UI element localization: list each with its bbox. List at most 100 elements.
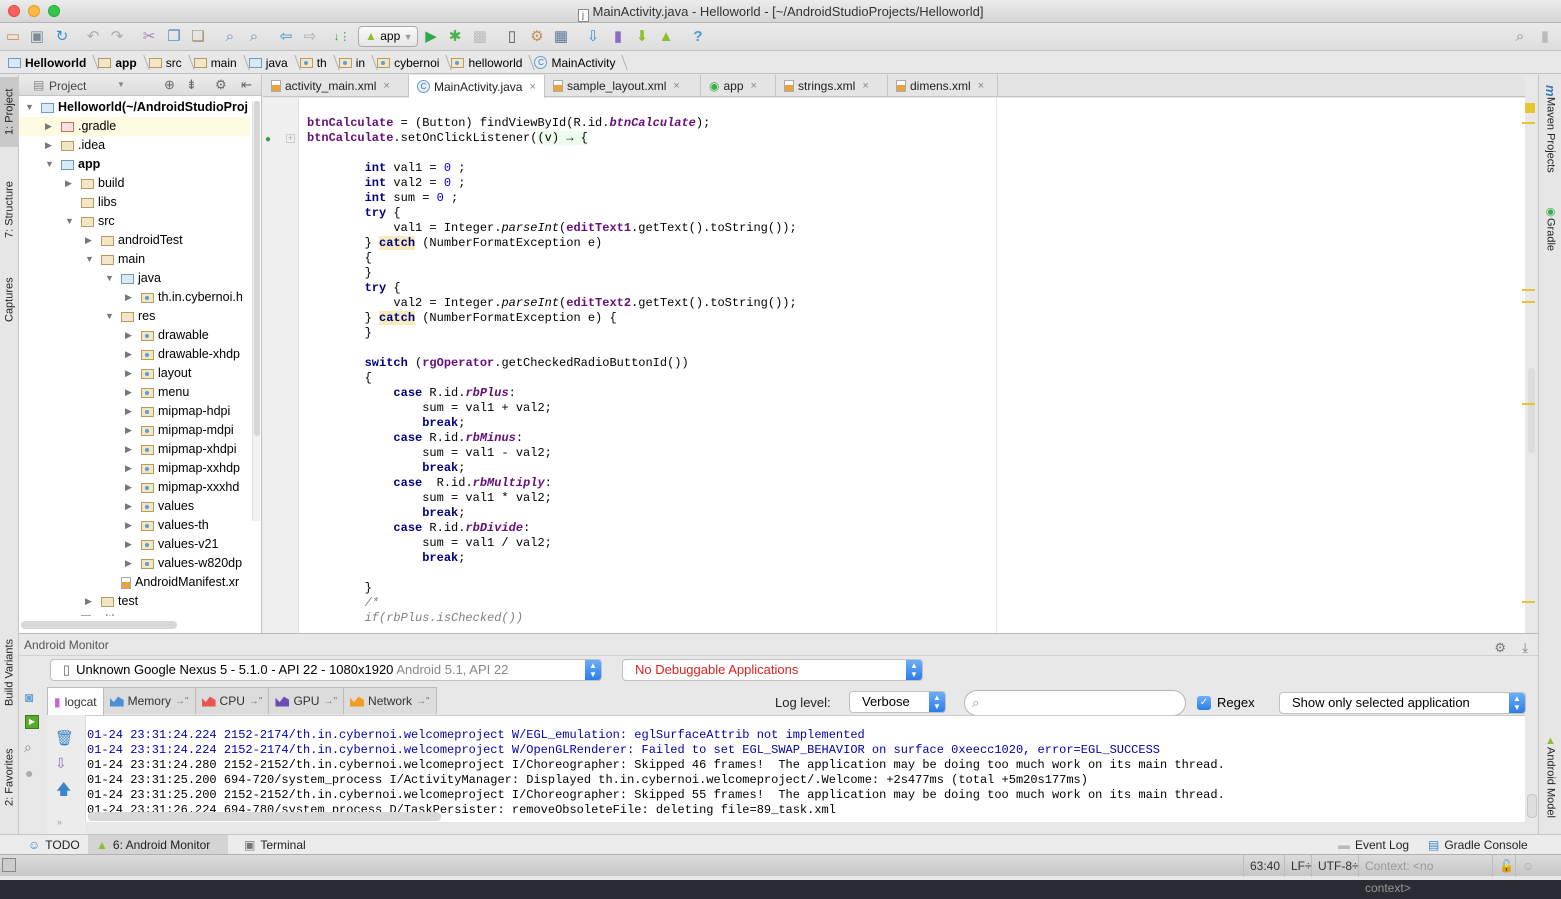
- code-text[interactable]: btnCalculate = (Button) findViewById(R.i…: [307, 116, 797, 626]
- tree-node[interactable]: ▶ build: [65, 174, 124, 193]
- tree-node[interactable]: libs: [65, 193, 117, 212]
- expanded-arrow-icon[interactable]: ▼: [105, 307, 119, 326]
- tree-node[interactable]: ▶ menu: [125, 383, 189, 402]
- regex-checkbox[interactable]: ✓: [1197, 696, 1211, 710]
- expanded-arrow-icon[interactable]: ▼: [85, 250, 99, 269]
- inspector-icon[interactable]: ☺: [1515, 855, 1540, 877]
- collapsed-arrow-icon[interactable]: ▶: [125, 402, 139, 421]
- tool-tab-captures[interactable]: Captures: [0, 270, 19, 330]
- forward-icon[interactable]: ⇨: [300, 27, 320, 47]
- tree-vertical-scrollbar[interactable]: [252, 101, 260, 521]
- process-selector[interactable]: No Debuggable Applications ▲ ▼: [622, 659, 923, 681]
- tree-node[interactable]: ▶ test: [85, 592, 138, 611]
- monitor-tab-gpu[interactable]: GPU →": [268, 687, 345, 714]
- breadcrumb-item[interactable]: java: [245, 52, 296, 74]
- more-icon[interactable]: »: [57, 817, 62, 827]
- system-info-icon[interactable]: ⌕: [24, 739, 32, 756]
- copy-icon[interactable]: ❐: [164, 27, 184, 47]
- device-selector[interactable]: ▯ Unknown Google Nexus 5 - 5.1.0 - API 22…: [50, 659, 602, 681]
- monitor-tab-logcat[interactable]: ▮ logcat: [47, 687, 104, 715]
- attach-debugger-icon[interactable]: ▯: [502, 27, 522, 47]
- make-project-icon[interactable]: ↓⋮: [332, 27, 352, 47]
- tree-node[interactable]: ▶ .idea: [45, 136, 105, 155]
- editor-tab[interactable]: sample_layout.xml ×: [545, 75, 701, 97]
- breadcrumb-item[interactable]: C MainActivity: [530, 52, 623, 74]
- collapsed-arrow-icon[interactable]: ▶: [125, 383, 139, 402]
- logcat-search-field[interactable]: ⌕: [964, 690, 1186, 716]
- pin-icon[interactable]: →": [249, 696, 263, 707]
- editor-tab[interactable]: C MainActivity.java ×: [409, 75, 545, 98]
- monitor-tab-network[interactable]: Network →": [343, 687, 437, 714]
- tree-node[interactable]: ▶ values-w820dp: [125, 554, 242, 573]
- find-icon[interactable]: ⌕: [220, 27, 240, 47]
- close-tab-icon[interactable]: ×: [751, 75, 757, 97]
- clear-logcat-icon[interactable]: 🗑: [55, 729, 74, 747]
- collapsed-arrow-icon[interactable]: ▶: [85, 231, 99, 250]
- encoding-selector[interactable]: UTF-8÷: [1311, 855, 1365, 877]
- logcat-output[interactable]: 01-24 23:31:24.224 2152-2174/th.in.cyber…: [85, 715, 1525, 822]
- chevron-down-icon[interactable]: ▼: [117, 80, 125, 89]
- warning-marker[interactable]: [1522, 122, 1535, 124]
- avd-manager-icon[interactable]: ▮: [608, 27, 628, 47]
- collapsed-arrow-icon[interactable]: ▶: [125, 288, 139, 307]
- log-line[interactable]: 01-24 23:31:24.280 2152-2152/th.in.cyber…: [87, 758, 1225, 773]
- collapse-all-icon[interactable]: ⇟: [186, 77, 197, 93]
- warning-marker[interactable]: [1522, 601, 1535, 603]
- tree-node[interactable]: ▼ java: [105, 269, 161, 288]
- help-icon[interactable]: ?: [688, 27, 708, 47]
- collapsed-arrow-icon[interactable]: ▶: [125, 516, 139, 535]
- log-line[interactable]: 01-24 23:31:25.200 694-720/system_proces…: [87, 773, 1225, 788]
- tree-node[interactable]: ▶ values-th: [125, 516, 209, 535]
- tool-button-android-monitor[interactable]: ▲ 6: Android Monitor: [88, 835, 228, 855]
- breadcrumb-item[interactable]: in: [335, 52, 373, 74]
- monitor-tab-memory[interactable]: Memory →": [102, 687, 196, 714]
- editor-vertical-scrollbar[interactable]: [1528, 368, 1535, 453]
- pin-icon[interactable]: →": [323, 696, 337, 707]
- minimize-window-button[interactable]: [28, 5, 40, 17]
- override-marker-icon[interactable]: ●: [265, 134, 271, 145]
- debug-icon[interactable]: ✱: [445, 27, 465, 47]
- tool-tab-maven-projects[interactable]: m Maven Projects: [1541, 85, 1560, 195]
- expanded-arrow-icon[interactable]: ▼: [65, 212, 79, 231]
- collapsed-arrow-icon[interactable]: ▶: [125, 497, 139, 516]
- redo-icon[interactable]: ↷: [107, 27, 127, 47]
- close-tab-icon[interactable]: ×: [529, 76, 535, 98]
- tree-node[interactable]: ▼ res: [105, 307, 155, 326]
- logcat-horizontal-scrollbar[interactable]: [88, 812, 441, 821]
- collapsed-arrow-icon[interactable]: ▶: [125, 440, 139, 459]
- coverage-icon[interactable]: ▩: [470, 27, 490, 47]
- cut-icon[interactable]: ✂: [139, 27, 159, 47]
- sync-icon[interactable]: ↻: [52, 27, 72, 47]
- close-tab-icon[interactable]: ×: [862, 75, 868, 97]
- expanded-arrow-icon[interactable]: ▼: [25, 98, 39, 117]
- screen-capture-icon[interactable]: ◙: [25, 689, 33, 705]
- gear-icon[interactable]: ⚙: [1494, 637, 1506, 659]
- collapsed-arrow-icon[interactable]: ▶: [125, 345, 139, 364]
- collapsed-arrow-icon[interactable]: ▶: [125, 478, 139, 497]
- scroll-from-source-icon[interactable]: ⊕: [164, 77, 175, 93]
- undo-icon[interactable]: ↶: [83, 27, 103, 47]
- tree-node[interactable]: ▶ layout: [125, 364, 191, 383]
- log-level-selector[interactable]: Verbose ▲ ▼: [849, 691, 946, 713]
- log-line[interactable]: 01-24 23:31:25.200 2152-2152/th.in.cyber…: [87, 788, 1225, 803]
- expanded-arrow-icon[interactable]: ▼: [105, 269, 119, 288]
- logcat-filter-selector[interactable]: Show only selected application ▲ ▼: [1279, 692, 1526, 714]
- gradle-sync-icon[interactable]: ⇩: [583, 27, 603, 47]
- warning-marker[interactable]: [1522, 289, 1535, 291]
- monitor-tab-cpu[interactable]: CPU →": [194, 687, 270, 714]
- screen-record-icon[interactable]: ▶: [25, 715, 39, 729]
- expanded-arrow-icon[interactable]: ▼: [45, 155, 59, 174]
- tree-horizontal-scrollbar[interactable]: [21, 621, 177, 629]
- fold-expand-icon[interactable]: +: [286, 134, 295, 143]
- gear-icon[interactable]: ⚙: [215, 77, 227, 93]
- tool-tab-project[interactable]: 1: Project: [0, 77, 19, 147]
- collapsed-arrow-icon[interactable]: ▶: [45, 136, 59, 155]
- warning-marker[interactable]: [1522, 301, 1535, 303]
- hide-panel-icon[interactable]: ⇤: [241, 77, 252, 93]
- run-configuration-selector[interactable]: ▲ app ▼: [358, 26, 418, 47]
- breadcrumb-item[interactable]: main: [190, 52, 245, 74]
- tree-node[interactable]: ▶ values-v21: [125, 535, 218, 554]
- tree-node[interactable]: ▶ .gradle: [19, 117, 250, 136]
- collapsed-arrow-icon[interactable]: ▶: [125, 326, 139, 345]
- maximize-window-button[interactable]: [48, 5, 60, 17]
